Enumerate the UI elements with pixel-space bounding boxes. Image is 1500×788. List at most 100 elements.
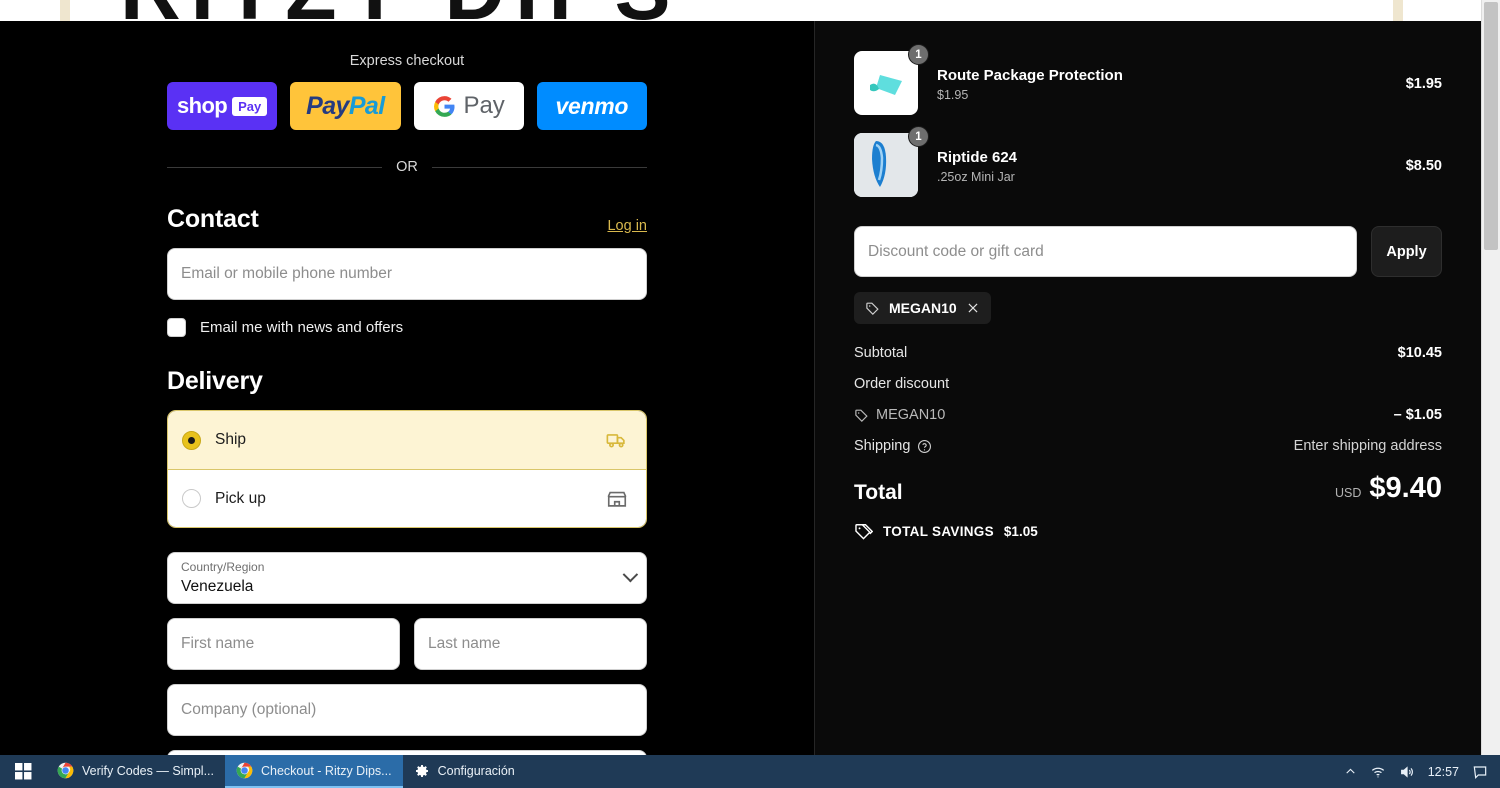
venmo-button[interactable]: venmo: [536, 82, 647, 130]
log-in-link[interactable]: Log in: [607, 218, 647, 234]
total-savings-value: $1.05: [1003, 524, 1038, 539]
line-item-thumb-wrap: 1: [854, 126, 929, 199]
newsletter-row[interactable]: Email me with news and offers: [167, 318, 647, 337]
volume-icon[interactable]: [1399, 764, 1415, 780]
or-line-left: [167, 166, 383, 168]
wifi-icon[interactable]: [1370, 764, 1386, 780]
line-item-text: Route Package Protection $1.95: [937, 67, 1406, 102]
storefront-icon: [607, 491, 627, 507]
line-item: 1 Route Package Protection $1.95 $1.95: [854, 43, 1442, 125]
scrollbar-thumb[interactable]: [1484, 2, 1498, 250]
venmo-label: venmo: [555, 92, 629, 119]
country-region-label: Country/Region: [181, 560, 265, 574]
delivery-option-ship[interactable]: Ship: [168, 411, 646, 469]
chrome-icon: [57, 762, 74, 779]
google-pay-button[interactable]: Pay: [413, 82, 524, 130]
ship-radio[interactable]: [182, 430, 201, 450]
gear-icon: [415, 764, 428, 777]
nail-photo-glyph: [854, 133, 918, 197]
line-item: 1 Riptide 624 .25oz Mini Jar $8.50: [854, 125, 1442, 207]
line-item-price: $1.95: [1405, 76, 1442, 92]
remove-discount-icon[interactable]: [966, 301, 980, 315]
riptide-nail-photo: [854, 133, 918, 197]
store-logo[interactable]: RITZY DIPS: [120, 0, 681, 21]
total-value: $9.40: [1369, 472, 1442, 504]
route-package-icon: [854, 51, 918, 115]
or-divider: OR: [167, 159, 647, 175]
paypal-word-pay: Pay: [306, 91, 349, 120]
checkout-form-column: Express checkout shop Pay PayPal Pay ven…: [0, 21, 815, 788]
email-field[interactable]: Email or mobile phone number: [167, 248, 647, 300]
paypal-button[interactable]: PayPal: [290, 82, 401, 130]
discount-code-input[interactable]: Discount code or gift card: [854, 226, 1357, 277]
discount-code-placeholder: Discount code or gift card: [868, 242, 1044, 260]
newsletter-checkbox[interactable]: [167, 318, 186, 337]
subtotal-row: Subtotal $10.45: [854, 345, 1442, 361]
chrome-icon: [236, 762, 253, 779]
store-banner: RITZY DIPS: [0, 0, 1481, 21]
first-name-field[interactable]: First name: [167, 618, 400, 670]
taskbar-item-verify-codes[interactable]: Verify Codes — Simpl...: [46, 755, 225, 788]
total-currency: USD: [1335, 486, 1362, 500]
totals-section: Subtotal $10.45 Order discount MEGAN10 –…: [854, 345, 1442, 541]
line-item-text: Riptide 624 .25oz Mini Jar: [937, 149, 1406, 184]
chevron-down-icon: [622, 566, 639, 583]
subtotal-label: Subtotal: [854, 345, 908, 361]
line-item-price: $8.50: [1405, 158, 1442, 174]
delivery-options: Ship Pick up: [167, 410, 647, 528]
line-item-subtitle: .25oz Mini Jar: [937, 169, 1015, 184]
notifications-icon[interactable]: [1472, 764, 1488, 780]
shipping-value: Enter shipping address: [1293, 438, 1442, 454]
delivery-option-pickup[interactable]: Pick up: [168, 469, 646, 527]
delivery-title: Delivery: [167, 367, 263, 395]
discount-code-name: MEGAN10: [876, 407, 946, 423]
paypal-word-pal: Pal: [348, 91, 385, 120]
newsletter-label: Email me with news and offers: [200, 319, 404, 336]
total-row: Total USD $9.40: [854, 472, 1442, 505]
help-circle-icon[interactable]: [917, 439, 932, 454]
truck-icon: [606, 434, 625, 448]
line-item-subtitle: $1.95: [937, 87, 969, 102]
discount-row: Discount code or gift card Apply: [854, 226, 1442, 277]
total-savings-row: TOTAL SAVINGS $1.05: [854, 522, 1442, 541]
tag-icon: [855, 409, 868, 422]
shipping-label-wrap: Shipping: [854, 438, 932, 454]
total-savings-label: TOTAL SAVINGS: [883, 524, 994, 539]
line-item-title: Route Package Protection: [937, 66, 1123, 84]
company-placeholder: Company (optional): [181, 701, 317, 718]
email-placeholder: Email or mobile phone number: [181, 265, 393, 282]
taskbar-clock[interactable]: 12:57: [1428, 765, 1459, 779]
first-name-placeholder: First name: [181, 635, 255, 652]
shop-pay-word: shop: [176, 93, 228, 118]
page-scrollbar[interactable]: [1481, 0, 1500, 755]
or-line-right: [431, 166, 647, 168]
subtotal-value: $10.45: [1397, 345, 1442, 361]
shop-pay-button[interactable]: shop Pay: [167, 82, 278, 130]
pickup-radio[interactable]: [182, 489, 201, 508]
delivery-header: Delivery: [167, 367, 647, 396]
google-g-icon: [434, 95, 455, 117]
taskbar-item-checkout[interactable]: Checkout - Ritzy Dips...: [225, 755, 403, 788]
route-package-glyph: [870, 75, 902, 95]
shipping-label: Shipping: [854, 438, 911, 454]
last-name-field[interactable]: Last name: [414, 618, 647, 670]
taskbar-label: Checkout - Ritzy Dips...: [261, 763, 392, 778]
taskbar-item-configuracion[interactable]: Configuración: [403, 755, 526, 788]
system-tray: 12:57: [1344, 764, 1500, 780]
show-hidden-icons-chevron[interactable]: [1344, 765, 1357, 778]
company-field[interactable]: Company (optional): [167, 684, 647, 736]
order-discount-row: Order discount: [854, 376, 1442, 392]
shop-pay-badge: Pay: [232, 96, 268, 116]
applied-discount-chip: MEGAN10: [854, 292, 991, 324]
start-button[interactable]: [0, 755, 46, 788]
express-checkout-label: Express checkout: [349, 53, 465, 69]
banner-stripe-left: [60, 0, 70, 21]
discount-code-label-wrap: MEGAN10: [854, 407, 945, 423]
country-region-value: Venezuela: [181, 578, 254, 595]
shipping-row: Shipping Enter shipping address: [854, 438, 1442, 454]
discount-code-row: MEGAN10 – $1.05: [854, 407, 1442, 423]
country-region-select[interactable]: Country/Region Venezuela: [167, 552, 647, 604]
apply-discount-button[interactable]: Apply: [1371, 226, 1442, 277]
contact-header: Contact Log in: [167, 205, 647, 234]
total-label: Total: [854, 481, 903, 504]
